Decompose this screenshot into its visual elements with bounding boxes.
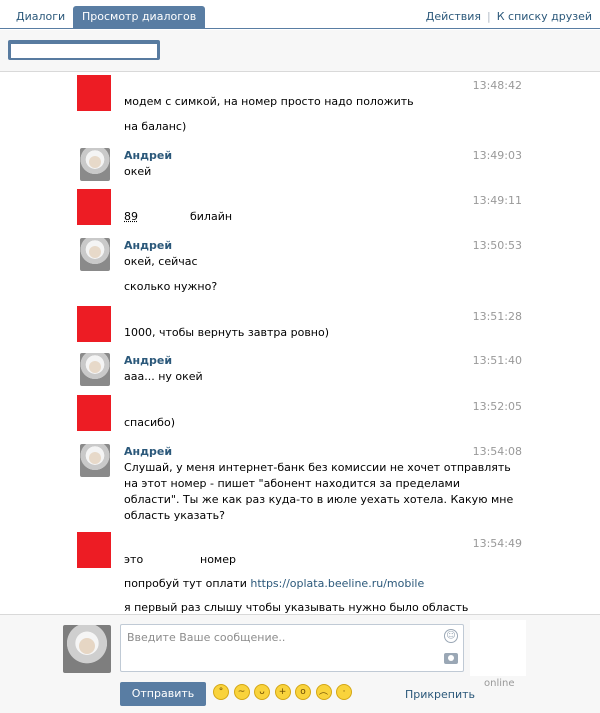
composer: Введите Ваше сообщение.. ☺ online Отправ… [0,614,600,713]
avatar-redacted[interactable] [77,395,111,431]
message-time: 13:54:49 [472,537,522,550]
avatar-redacted[interactable] [77,306,111,342]
send-button[interactable]: Отправить [120,682,206,706]
my-avatar[interactable] [63,625,111,673]
message-time: 13:52:05 [472,400,522,413]
online-status: online [484,678,515,689]
to-friends-link[interactable]: К списку друзей [497,10,592,23]
surprised-face-icon[interactable]: o [295,684,311,700]
top-links: Действия | К списку друзей [426,10,592,23]
avatar-redacted[interactable] [77,75,111,111]
wink-face-icon[interactable]: ~ [233,684,250,700]
author-name[interactable]: Андрей [124,149,172,162]
message-text: попробуй тут оплати https://oplata.beeli… [124,577,424,590]
thumbs-up-icon[interactable]: + [274,684,291,700]
message-text: на баланс) [124,120,187,133]
avatar[interactable] [80,238,110,271]
message-text: области". Ты же как раз куда-то в июле у… [124,493,514,506]
scared-face-icon[interactable]: ° [213,684,229,700]
message-text: ааа... ну окей [124,370,203,383]
message-placeholder: Введите Ваше сообщение.. [127,631,286,644]
smile-icon[interactable]: ☺ [444,629,458,643]
search-input[interactable] [11,43,157,58]
grin-face-icon[interactable]: ᴗ [254,684,270,700]
author-name[interactable]: Андрей [124,445,172,458]
message-list[interactable]: 13:48:42 модем с симкой, на номер просто… [0,73,600,613]
sad-face-icon[interactable]: ︵ [315,684,332,700]
divider: | [487,10,491,23]
message-text: 1000, чтобы вернуть завтра ровно) [124,326,330,339]
attach-link[interactable]: Прикрепить [405,688,475,701]
message-text: 89 [124,210,138,223]
peer-avatar[interactable] [470,620,526,676]
avatar[interactable] [80,353,110,386]
message-time: 13:49:03 [472,149,522,162]
message-text: Слушай, у меня интернет-банк без комисси… [124,461,511,474]
message-text: окей [124,165,152,178]
message-text: на этот номер - пишет "абонент находится… [124,477,461,490]
tab-view-dialogs[interactable]: Просмотр диалогов [73,6,206,29]
message-input[interactable]: Введите Ваше сообщение.. ☺ [120,624,464,672]
message-time: 13:48:42 [472,79,522,92]
message-time: 13:50:53 [472,239,522,252]
message-time: 13:49:11 [472,194,522,207]
search-box [8,40,160,60]
avatar[interactable] [80,444,110,477]
message-text: номер [200,553,236,566]
author-name[interactable]: Андрей [124,354,172,367]
message-text-part: попробуй тут оплати [124,577,251,590]
message-text: модем с симкой, на номер просто надо пол… [124,95,414,108]
message-link[interactable]: https://oplata.beeline.ru/mobile [250,577,424,590]
message-text: окей, сейчас [124,255,198,268]
blush-face-icon[interactable]: · [336,684,352,700]
message-time: 13:51:28 [472,310,522,323]
search-strip [0,30,600,72]
actions-link[interactable]: Действия [426,10,481,23]
message-text: сколько нужно? [124,280,218,293]
message-text: спасибо) [124,416,175,429]
message-text: я первый раз слышу чтобы указывать нужно… [124,601,469,613]
message-time: 13:54:08 [472,445,522,458]
message-text: область указать? [124,509,225,522]
camera-icon[interactable] [444,653,458,664]
avatar-redacted[interactable] [77,189,111,225]
message-text: билайн [190,210,233,223]
message-text: это [124,553,144,566]
author-name[interactable]: Андрей [124,239,172,252]
tab-dialogs[interactable]: Диалоги [8,6,73,29]
avatar[interactable] [80,148,110,181]
avatar-redacted[interactable] [77,532,111,568]
emoji-bar: ° ~ ᴗ + o ︵ · [213,684,353,700]
message-time: 13:51:40 [472,354,522,367]
tab-bar: Диалоги Просмотр диалогов Действия | К спи… [0,0,600,29]
